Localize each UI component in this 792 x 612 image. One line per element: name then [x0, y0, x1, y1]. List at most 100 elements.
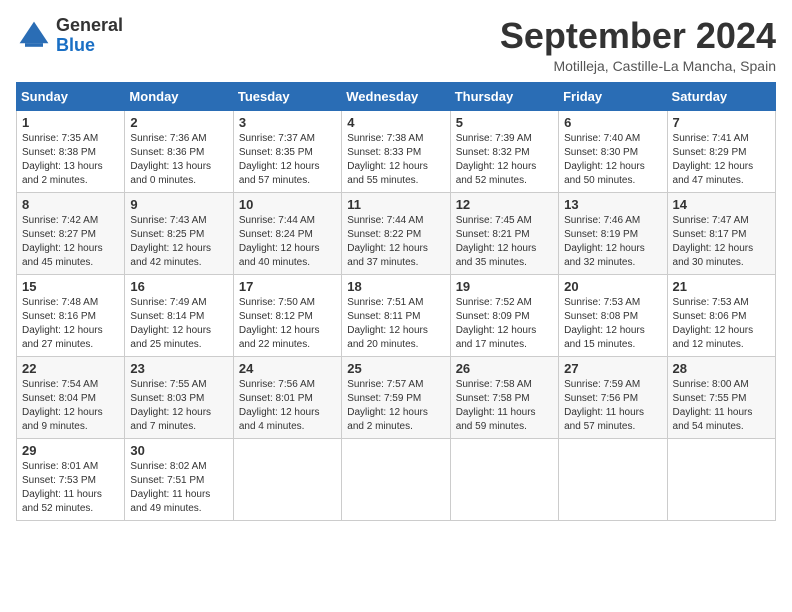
day-info: Sunrise: 7:37 AM Sunset: 8:35 PM Dayligh…	[239, 132, 336, 188]
col-tuesday: Tuesday	[233, 82, 341, 110]
table-cell: 30 Sunrise: 8:02 AM Sunset: 7:51 PM Dayl…	[125, 438, 233, 520]
day-info: Sunrise: 7:38 AM Sunset: 8:33 PM Dayligh…	[347, 132, 444, 188]
day-info: Sunrise: 7:42 AM Sunset: 8:27 PM Dayligh…	[22, 214, 119, 270]
table-cell: 24 Sunrise: 7:56 AM Sunset: 8:01 PM Dayl…	[233, 356, 341, 438]
table-cell: 26 Sunrise: 7:58 AM Sunset: 7:58 PM Dayl…	[450, 356, 558, 438]
day-info: Sunrise: 7:40 AM Sunset: 8:30 PM Dayligh…	[564, 132, 661, 188]
calendar-table: Sunday Monday Tuesday Wednesday Thursday…	[16, 82, 776, 521]
day-number: 2	[130, 115, 227, 130]
day-number: 24	[239, 361, 336, 376]
title-block: September 2024 Motilleja, Castille-La Ma…	[500, 16, 776, 74]
col-sunday: Sunday	[17, 82, 125, 110]
table-cell	[233, 438, 341, 520]
table-cell	[667, 438, 775, 520]
day-info: Sunrise: 7:54 AM Sunset: 8:04 PM Dayligh…	[22, 378, 119, 434]
day-info: Sunrise: 7:50 AM Sunset: 8:12 PM Dayligh…	[239, 296, 336, 352]
table-cell: 18 Sunrise: 7:51 AM Sunset: 8:11 PM Dayl…	[342, 274, 450, 356]
month-title: September 2024	[500, 16, 776, 56]
table-cell: 8 Sunrise: 7:42 AM Sunset: 8:27 PM Dayli…	[17, 192, 125, 274]
table-cell: 15 Sunrise: 7:48 AM Sunset: 8:16 PM Dayl…	[17, 274, 125, 356]
day-info: Sunrise: 7:57 AM Sunset: 7:59 PM Dayligh…	[347, 378, 444, 434]
col-saturday: Saturday	[667, 82, 775, 110]
logo-icon	[16, 18, 52, 54]
day-number: 6	[564, 115, 661, 130]
day-number: 1	[22, 115, 119, 130]
day-number: 3	[239, 115, 336, 130]
day-number: 12	[456, 197, 553, 212]
day-info: Sunrise: 7:41 AM Sunset: 8:29 PM Dayligh…	[673, 132, 770, 188]
day-info: Sunrise: 7:52 AM Sunset: 8:09 PM Dayligh…	[456, 296, 553, 352]
day-number: 7	[673, 115, 770, 130]
day-info: Sunrise: 7:44 AM Sunset: 8:22 PM Dayligh…	[347, 214, 444, 270]
day-number: 17	[239, 279, 336, 294]
table-cell: 2 Sunrise: 7:36 AM Sunset: 8:36 PM Dayli…	[125, 110, 233, 192]
table-cell: 12 Sunrise: 7:45 AM Sunset: 8:21 PM Dayl…	[450, 192, 558, 274]
day-number: 19	[456, 279, 553, 294]
table-cell: 9 Sunrise: 7:43 AM Sunset: 8:25 PM Dayli…	[125, 192, 233, 274]
day-number: 13	[564, 197, 661, 212]
day-number: 20	[564, 279, 661, 294]
day-number: 15	[22, 279, 119, 294]
day-number: 27	[564, 361, 661, 376]
col-wednesday: Wednesday	[342, 82, 450, 110]
col-friday: Friday	[559, 82, 667, 110]
table-cell: 25 Sunrise: 7:57 AM Sunset: 7:59 PM Dayl…	[342, 356, 450, 438]
calendar-row: 8 Sunrise: 7:42 AM Sunset: 8:27 PM Dayli…	[17, 192, 776, 274]
table-cell: 11 Sunrise: 7:44 AM Sunset: 8:22 PM Dayl…	[342, 192, 450, 274]
calendar-body: 1 Sunrise: 7:35 AM Sunset: 8:38 PM Dayli…	[17, 110, 776, 520]
col-monday: Monday	[125, 82, 233, 110]
day-number: 10	[239, 197, 336, 212]
day-number: 14	[673, 197, 770, 212]
day-info: Sunrise: 7:36 AM Sunset: 8:36 PM Dayligh…	[130, 132, 227, 188]
day-info: Sunrise: 7:46 AM Sunset: 8:19 PM Dayligh…	[564, 214, 661, 270]
day-info: Sunrise: 7:48 AM Sunset: 8:16 PM Dayligh…	[22, 296, 119, 352]
table-cell: 19 Sunrise: 7:52 AM Sunset: 8:09 PM Dayl…	[450, 274, 558, 356]
table-cell	[450, 438, 558, 520]
day-info: Sunrise: 7:47 AM Sunset: 8:17 PM Dayligh…	[673, 214, 770, 270]
day-info: Sunrise: 8:00 AM Sunset: 7:55 PM Dayligh…	[673, 378, 770, 434]
table-cell: 27 Sunrise: 7:59 AM Sunset: 7:56 PM Dayl…	[559, 356, 667, 438]
logo-text: General Blue	[56, 16, 123, 56]
day-info: Sunrise: 7:56 AM Sunset: 8:01 PM Dayligh…	[239, 378, 336, 434]
day-info: Sunrise: 8:02 AM Sunset: 7:51 PM Dayligh…	[130, 460, 227, 516]
day-info: Sunrise: 7:55 AM Sunset: 8:03 PM Dayligh…	[130, 378, 227, 434]
table-cell: 21 Sunrise: 7:53 AM Sunset: 8:06 PM Dayl…	[667, 274, 775, 356]
table-cell: 22 Sunrise: 7:54 AM Sunset: 8:04 PM Dayl…	[17, 356, 125, 438]
location-subtitle: Motilleja, Castille-La Mancha, Spain	[500, 58, 776, 74]
day-info: Sunrise: 7:35 AM Sunset: 8:38 PM Dayligh…	[22, 132, 119, 188]
table-cell: 17 Sunrise: 7:50 AM Sunset: 8:12 PM Dayl…	[233, 274, 341, 356]
day-info: Sunrise: 7:59 AM Sunset: 7:56 PM Dayligh…	[564, 378, 661, 434]
table-cell: 20 Sunrise: 7:53 AM Sunset: 8:08 PM Dayl…	[559, 274, 667, 356]
day-number: 5	[456, 115, 553, 130]
calendar-row: 29 Sunrise: 8:01 AM Sunset: 7:53 PM Dayl…	[17, 438, 776, 520]
table-cell: 4 Sunrise: 7:38 AM Sunset: 8:33 PM Dayli…	[342, 110, 450, 192]
day-number: 25	[347, 361, 444, 376]
day-number: 8	[22, 197, 119, 212]
table-cell: 13 Sunrise: 7:46 AM Sunset: 8:19 PM Dayl…	[559, 192, 667, 274]
day-number: 26	[456, 361, 553, 376]
page-header: General Blue September 2024 Motilleja, C…	[16, 16, 776, 74]
table-cell: 28 Sunrise: 8:00 AM Sunset: 7:55 PM Dayl…	[667, 356, 775, 438]
table-cell: 6 Sunrise: 7:40 AM Sunset: 8:30 PM Dayli…	[559, 110, 667, 192]
table-cell: 16 Sunrise: 7:49 AM Sunset: 8:14 PM Dayl…	[125, 274, 233, 356]
table-cell: 7 Sunrise: 7:41 AM Sunset: 8:29 PM Dayli…	[667, 110, 775, 192]
day-number: 18	[347, 279, 444, 294]
header-row: Sunday Monday Tuesday Wednesday Thursday…	[17, 82, 776, 110]
calendar-row: 15 Sunrise: 7:48 AM Sunset: 8:16 PM Dayl…	[17, 274, 776, 356]
day-info: Sunrise: 7:51 AM Sunset: 8:11 PM Dayligh…	[347, 296, 444, 352]
logo: General Blue	[16, 16, 123, 56]
table-cell: 5 Sunrise: 7:39 AM Sunset: 8:32 PM Dayli…	[450, 110, 558, 192]
day-number: 22	[22, 361, 119, 376]
day-info: Sunrise: 7:49 AM Sunset: 8:14 PM Dayligh…	[130, 296, 227, 352]
calendar-row: 1 Sunrise: 7:35 AM Sunset: 8:38 PM Dayli…	[17, 110, 776, 192]
table-cell: 14 Sunrise: 7:47 AM Sunset: 8:17 PM Dayl…	[667, 192, 775, 274]
day-info: Sunrise: 7:53 AM Sunset: 8:06 PM Dayligh…	[673, 296, 770, 352]
col-thursday: Thursday	[450, 82, 558, 110]
day-info: Sunrise: 7:53 AM Sunset: 8:08 PM Dayligh…	[564, 296, 661, 352]
day-number: 4	[347, 115, 444, 130]
table-cell	[342, 438, 450, 520]
day-number: 29	[22, 443, 119, 458]
table-cell: 10 Sunrise: 7:44 AM Sunset: 8:24 PM Dayl…	[233, 192, 341, 274]
day-info: Sunrise: 7:39 AM Sunset: 8:32 PM Dayligh…	[456, 132, 553, 188]
table-cell	[559, 438, 667, 520]
